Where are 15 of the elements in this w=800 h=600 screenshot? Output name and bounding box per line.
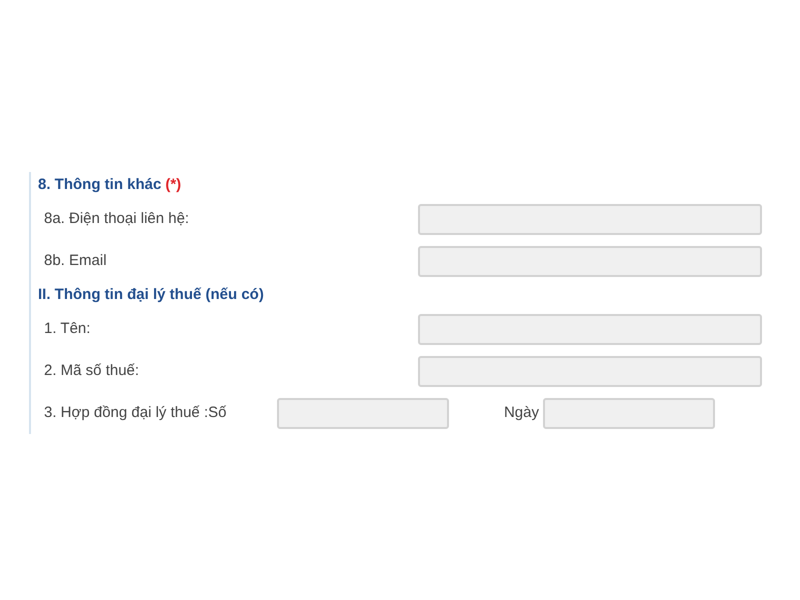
required-mark: (*) [165,174,182,195]
input-field[interactable] [418,204,762,234]
field-label: 3. Hợp đồng đại lý thuế :Số [43,402,228,423]
field-label: 2. Mã số thuế: [43,360,140,381]
input-field[interactable] [543,398,715,428]
field-label: 8a. Điện thoại liên hệ: [43,208,190,229]
field-label: Ngày [504,402,539,423]
field-label: 8b. Email [43,250,108,271]
input-field[interactable] [418,314,762,344]
input-field[interactable] [277,398,449,428]
input-field[interactable] [418,356,762,386]
section-title: II. Thông tin đại lý thuế (nếu có) [38,284,264,305]
section-title: 8. Thông tin khác [38,174,162,195]
field-label: 1. Tên: [43,318,92,339]
input-field[interactable] [418,246,762,276]
